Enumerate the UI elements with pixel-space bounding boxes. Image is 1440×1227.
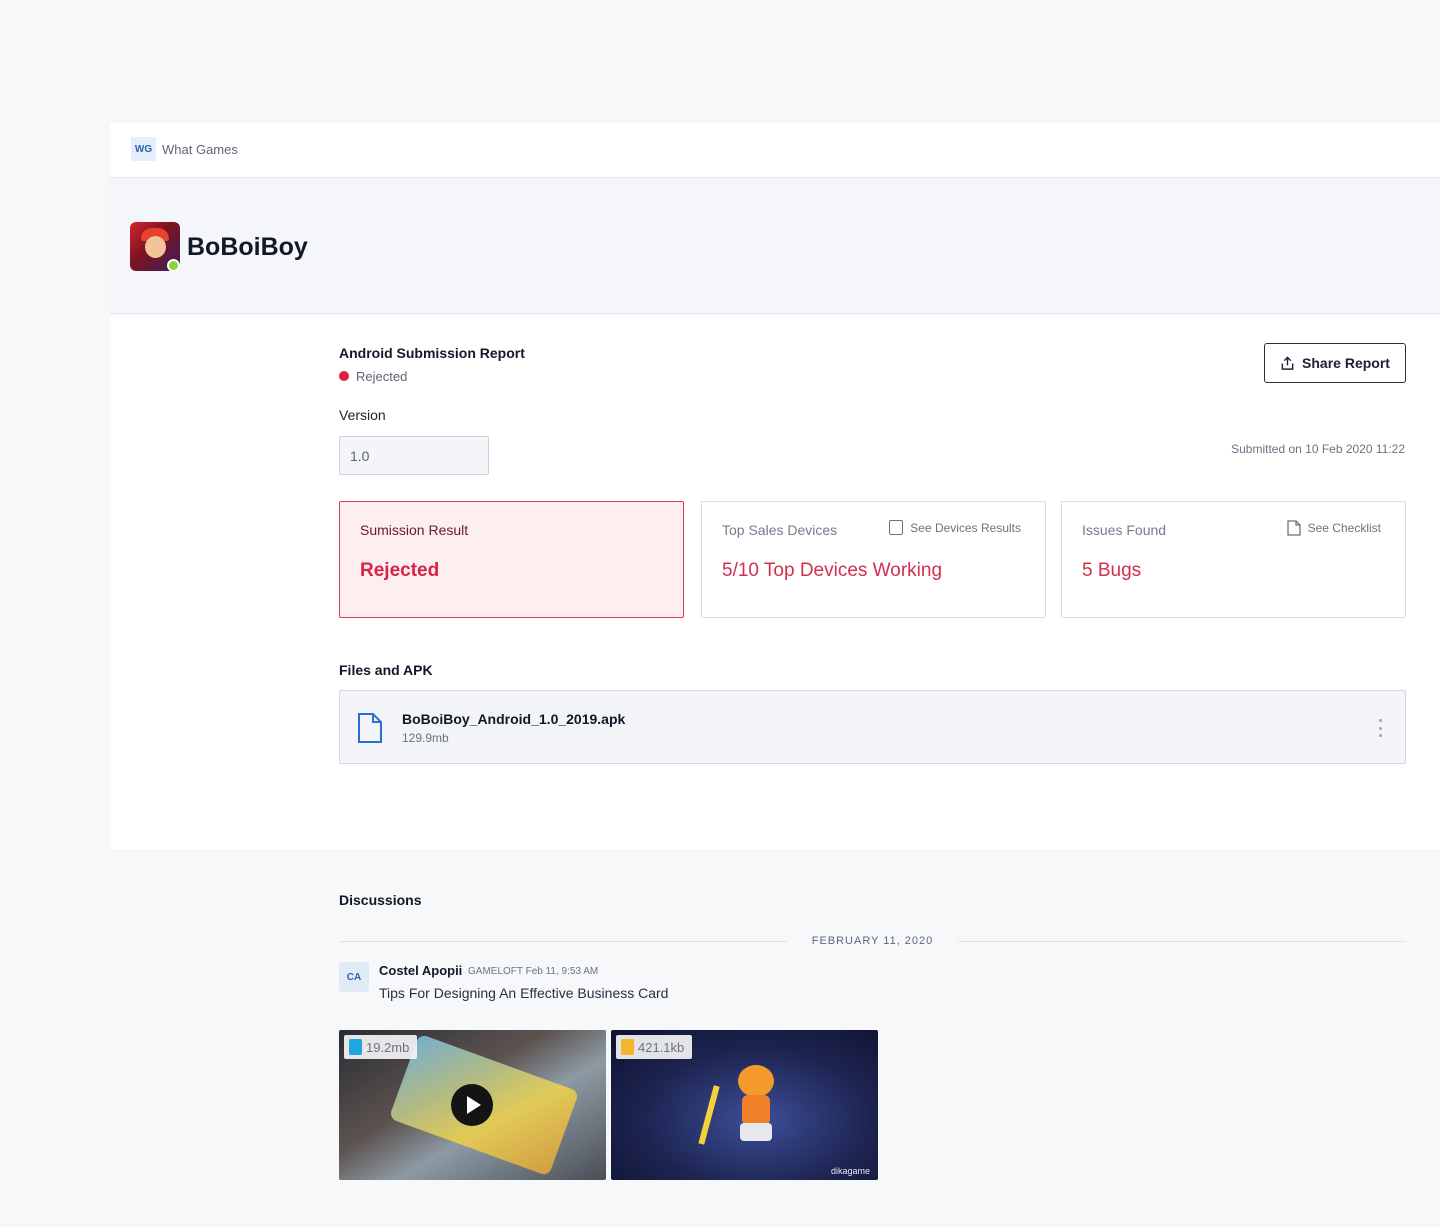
date-divider [339,941,787,942]
report-title: Android Submission Report [339,345,525,361]
see-devices-results-label: See Devices Results [910,520,1021,535]
report-panel: Android Submission Report Rejected Share… [110,315,1440,849]
mp4-file-icon [349,1039,362,1055]
date-divider-label: FEBRUARY 11, 2020 [811,935,934,947]
workspace-name[interactable]: What Games [162,142,238,157]
image-attachment[interactable]: 421.1kb dikagame [611,1030,878,1180]
share-report-button[interactable]: Share Report [1264,343,1406,383]
issues-found-value: 5 Bugs [1082,560,1142,581]
share-icon [1281,355,1294,370]
top-devices-value: 5/10 Top Devices Working [722,560,943,581]
discussions-title: Discussions [339,892,422,908]
workspace-badge[interactable]: WG [131,137,156,161]
device-icon [889,520,904,535]
share-report-label: Share Report [1302,355,1390,371]
avatar[interactable]: CA [339,962,369,992]
discussions-section: Discussions FEBRUARY 11, 2020 CA Costel … [110,849,1440,1227]
see-checklist-label: See Checklist [1307,521,1381,535]
more-options-icon[interactable] [1379,719,1383,737]
document-icon [1286,520,1301,536]
app-title: BoBoiBoy [187,233,308,261]
submission-result-value: Rejected [360,560,440,581]
file-name: BoBoiBoy_Android_1.0_2019.apk [402,711,626,727]
workspace-bar: WG What Games [110,123,1440,178]
app-header: BoBoiBoy [110,178,1440,314]
app-icon [130,222,180,272]
game-character-image [726,1065,786,1145]
comment-author[interactable]: Costel Apopii [379,963,462,978]
attachment-size-badge: 421.1kb [616,1035,693,1059]
comment-meta: GAMELOFT Feb 11, 9:53 AM [468,966,599,977]
report-status: Rejected [356,369,408,384]
file-icon [358,713,382,743]
version-field[interactable] [339,436,489,475]
submission-result-label: Sumission Result [360,522,469,538]
video-attachment[interactable]: 19.2mb [339,1030,606,1180]
top-devices-card: Top Sales Devices See Devices Results 5/… [701,501,1046,618]
file-size: 129.9mb [402,731,449,745]
submission-result-card: Sumission Result Rejected [339,501,684,618]
comment-message: Tips For Designing An Effective Business… [379,985,669,1001]
file-item[interactable]: BoBoiBoy_Android_1.0_2019.apk 129.9mb [339,690,1406,764]
issues-found-label: Issues Found [1082,522,1167,538]
date-divider [958,941,1406,942]
jpg-file-icon [621,1039,634,1055]
attachment-size-badge: 19.2mb [344,1035,418,1059]
files-section-title: Files and APK [339,662,433,678]
submitted-timestamp: Submitted on 10 Feb 2020 11:22 [1231,442,1405,456]
status-dot-icon [339,371,349,381]
play-icon[interactable] [451,1084,493,1126]
image-watermark: dikagame [830,1166,870,1176]
top-devices-label: Top Sales Devices [722,522,838,538]
version-label: Version [339,407,386,423]
issues-found-card: Issues Found See Checklist 5 Bugs [1061,501,1406,618]
see-devices-results-link[interactable]: See Devices Results [889,520,1021,535]
see-checklist-link[interactable]: See Checklist [1286,520,1381,536]
